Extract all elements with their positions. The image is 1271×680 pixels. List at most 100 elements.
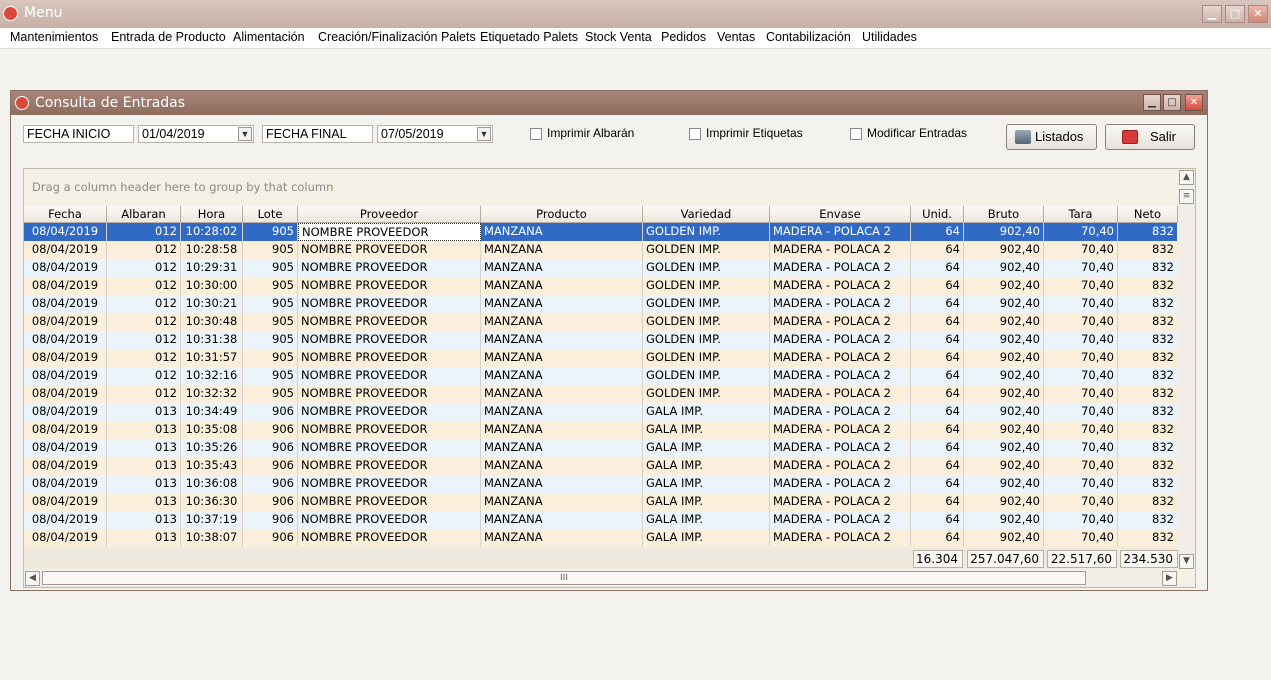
cell-neto[interactable]: 832 [1118, 529, 1177, 547]
cell-proveedor[interactable]: NOMBRE PROVEEDOR [298, 421, 481, 439]
cell-fecha[interactable]: 08/04/2019 [24, 421, 107, 439]
child-maximize-button[interactable]: □ [1163, 94, 1181, 111]
scroll-right-icon[interactable]: ▶ [1162, 571, 1177, 586]
cell-bruto[interactable]: 902,40 [964, 439, 1044, 457]
maximize-button[interactable]: □ [1225, 5, 1245, 23]
cell-proveedor[interactable]: NOMBRE PROVEEDOR [298, 241, 481, 259]
cell-variedad[interactable]: GALA IMP. [643, 493, 770, 511]
cell-variedad[interactable]: GOLDEN IMP. [643, 277, 770, 295]
cell-hora[interactable]: 10:38:07 [181, 529, 243, 547]
table-row[interactable]: 08/04/2019 012 10:32:16 905 NOMBRE PROVEEDOR… [24, 367, 1177, 385]
column-header-fecha[interactable]: Fecha [24, 206, 107, 223]
cell-envase[interactable]: MADERA - POLACA 2 [770, 313, 911, 331]
cell-lote[interactable]: 905 [243, 313, 298, 331]
cell-unid[interactable]: 64 [911, 457, 964, 475]
cell-unid[interactable]: 64 [911, 493, 964, 511]
cell-variedad[interactable]: GOLDEN IMP. [643, 331, 770, 349]
cell-producto[interactable]: MANZANA [481, 367, 643, 385]
cell-tara[interactable]: 70,40 [1044, 349, 1118, 367]
column-header-variedad[interactable]: Variedad [643, 206, 770, 223]
cell-hora[interactable]: 10:30:00 [181, 277, 243, 295]
cell-envase[interactable]: MADERA - POLACA 2 [770, 529, 911, 547]
table-row[interactable]: 08/04/2019 012 10:30:00 905 NOMBRE PROVEEDOR… [24, 277, 1177, 295]
cell-bruto[interactable]: 902,40 [964, 511, 1044, 529]
cell-producto[interactable]: MANZANA [481, 259, 643, 277]
table-row[interactable]: 08/04/2019 012 10:30:48 905 NOMBRE PROVEEDOR… [24, 313, 1177, 331]
scroll-left-icon[interactable]: ◀ [25, 571, 40, 586]
modificar-entradas-checkbox[interactable] [850, 128, 862, 140]
table-row[interactable]: 08/04/2019 013 10:36:30 906 NOMBRE PROVEEDOR… [24, 493, 1177, 511]
cell-bruto[interactable]: 902,40 [964, 331, 1044, 349]
table-row[interactable]: 08/04/2019 013 10:34:49 906 NOMBRE PROVEEDOR… [24, 403, 1177, 421]
menu-mantenimientos[interactable]: Mantenimientos [10, 30, 98, 44]
cell-bruto[interactable]: 902,40 [964, 493, 1044, 511]
cell-tara[interactable]: 70,40 [1044, 403, 1118, 421]
cell-tara[interactable]: 70,40 [1044, 313, 1118, 331]
cell-tara[interactable]: 70,40 [1044, 259, 1118, 277]
cell-lote[interactable]: 905 [243, 223, 298, 241]
cell-proveedor[interactable]: NOMBRE PROVEEDOR [298, 367, 481, 385]
cell-producto[interactable]: MANZANA [481, 511, 643, 529]
cell-albaran[interactable]: 012 [107, 241, 181, 259]
cell-unid[interactable]: 64 [911, 367, 964, 385]
horizontal-scroll-thumb[interactable]: III [42, 571, 1086, 585]
cell-neto[interactable]: 832 [1118, 277, 1177, 295]
table-row[interactable]: 08/04/2019 013 10:35:08 906 NOMBRE PROVEEDOR… [24, 421, 1177, 439]
column-header-producto[interactable]: Producto [481, 206, 643, 223]
cell-producto[interactable]: MANZANA [481, 331, 643, 349]
cell-neto[interactable]: 832 [1118, 385, 1177, 403]
cell-proveedor[interactable]: NOMBRE PROVEEDOR [298, 511, 481, 529]
column-header-neto[interactable]: Neto [1118, 206, 1178, 223]
cell-bruto[interactable]: 902,40 [964, 475, 1044, 493]
cell-neto[interactable]: 832 [1118, 349, 1177, 367]
cell-lote[interactable]: 905 [243, 331, 298, 349]
cell-envase[interactable]: MADERA - POLACA 2 [770, 331, 911, 349]
cell-envase[interactable]: MADERA - POLACA 2 [770, 457, 911, 475]
cell-bruto[interactable]: 902,40 [964, 277, 1044, 295]
cell-envase[interactable]: MADERA - POLACA 2 [770, 475, 911, 493]
cell-lote[interactable]: 906 [243, 403, 298, 421]
cell-proveedor[interactable]: NOMBRE PROVEEDOR [298, 331, 481, 349]
cell-tara[interactable]: 70,40 [1044, 385, 1118, 403]
cell-bruto[interactable]: 902,40 [964, 295, 1044, 313]
cell-unid[interactable]: 64 [911, 529, 964, 547]
cell-fecha[interactable]: 08/04/2019 [24, 457, 107, 475]
cell-fecha[interactable]: 08/04/2019 [24, 493, 107, 511]
cell-bruto[interactable]: 902,40 [964, 313, 1044, 331]
cell-tara[interactable]: 70,40 [1044, 295, 1118, 313]
cell-tara[interactable]: 70,40 [1044, 457, 1118, 475]
cell-bruto[interactable]: 902,40 [964, 403, 1044, 421]
cell-bruto[interactable]: 902,40 [964, 259, 1044, 277]
cell-tara[interactable]: 70,40 [1044, 475, 1118, 493]
column-header-unid[interactable]: Unid. [911, 206, 964, 223]
cell-fecha[interactable]: 08/04/2019 [24, 367, 107, 385]
cell-hora[interactable]: 10:28:58 [181, 241, 243, 259]
cell-producto[interactable]: MANZANA [481, 277, 643, 295]
cell-tara[interactable]: 70,40 [1044, 511, 1118, 529]
cell-producto[interactable]: MANZANA [481, 295, 643, 313]
cell-unid[interactable]: 64 [911, 439, 964, 457]
cell-hora[interactable]: 10:35:08 [181, 421, 243, 439]
cell-proveedor[interactable]: NOMBRE PROVEEDOR [298, 385, 481, 403]
cell-albaran[interactable]: 012 [107, 313, 181, 331]
cell-bruto[interactable]: 902,40 [964, 457, 1044, 475]
menu-ventas[interactable]: Ventas [717, 30, 755, 44]
cell-variedad[interactable]: GALA IMP. [643, 421, 770, 439]
cell-neto[interactable]: 832 [1118, 421, 1177, 439]
vertical-scrollbar[interactable]: ▲ ≡ ▼ [1178, 169, 1195, 569]
cell-bruto[interactable]: 902,40 [964, 349, 1044, 367]
cell-proveedor[interactable]: NOMBRE PROVEEDOR [298, 439, 481, 457]
cell-proveedor[interactable]: NOMBRE PROVEEDOR [298, 457, 481, 475]
scroll-down-icon[interactable]: ▼ [1179, 554, 1194, 569]
cell-neto[interactable]: 832 [1118, 223, 1177, 241]
cell-envase[interactable]: MADERA - POLACA 2 [770, 403, 911, 421]
table-row[interactable]: 08/04/2019 013 10:38:07 906 NOMBRE PROVEEDOR… [24, 529, 1177, 547]
cell-albaran[interactable]: 013 [107, 511, 181, 529]
cell-fecha[interactable]: 08/04/2019 [24, 295, 107, 313]
table-row[interactable]: 08/04/2019 012 10:31:57 905 NOMBRE PROVEEDOR… [24, 349, 1177, 367]
cell-variedad[interactable]: GOLDEN IMP. [643, 367, 770, 385]
cell-envase[interactable]: MADERA - POLACA 2 [770, 223, 911, 241]
minimize-button[interactable]: ▁ [1202, 5, 1222, 23]
column-header-albaran[interactable]: Albaran [107, 206, 181, 223]
column-chooser-icon[interactable]: ≡ [1179, 189, 1194, 204]
